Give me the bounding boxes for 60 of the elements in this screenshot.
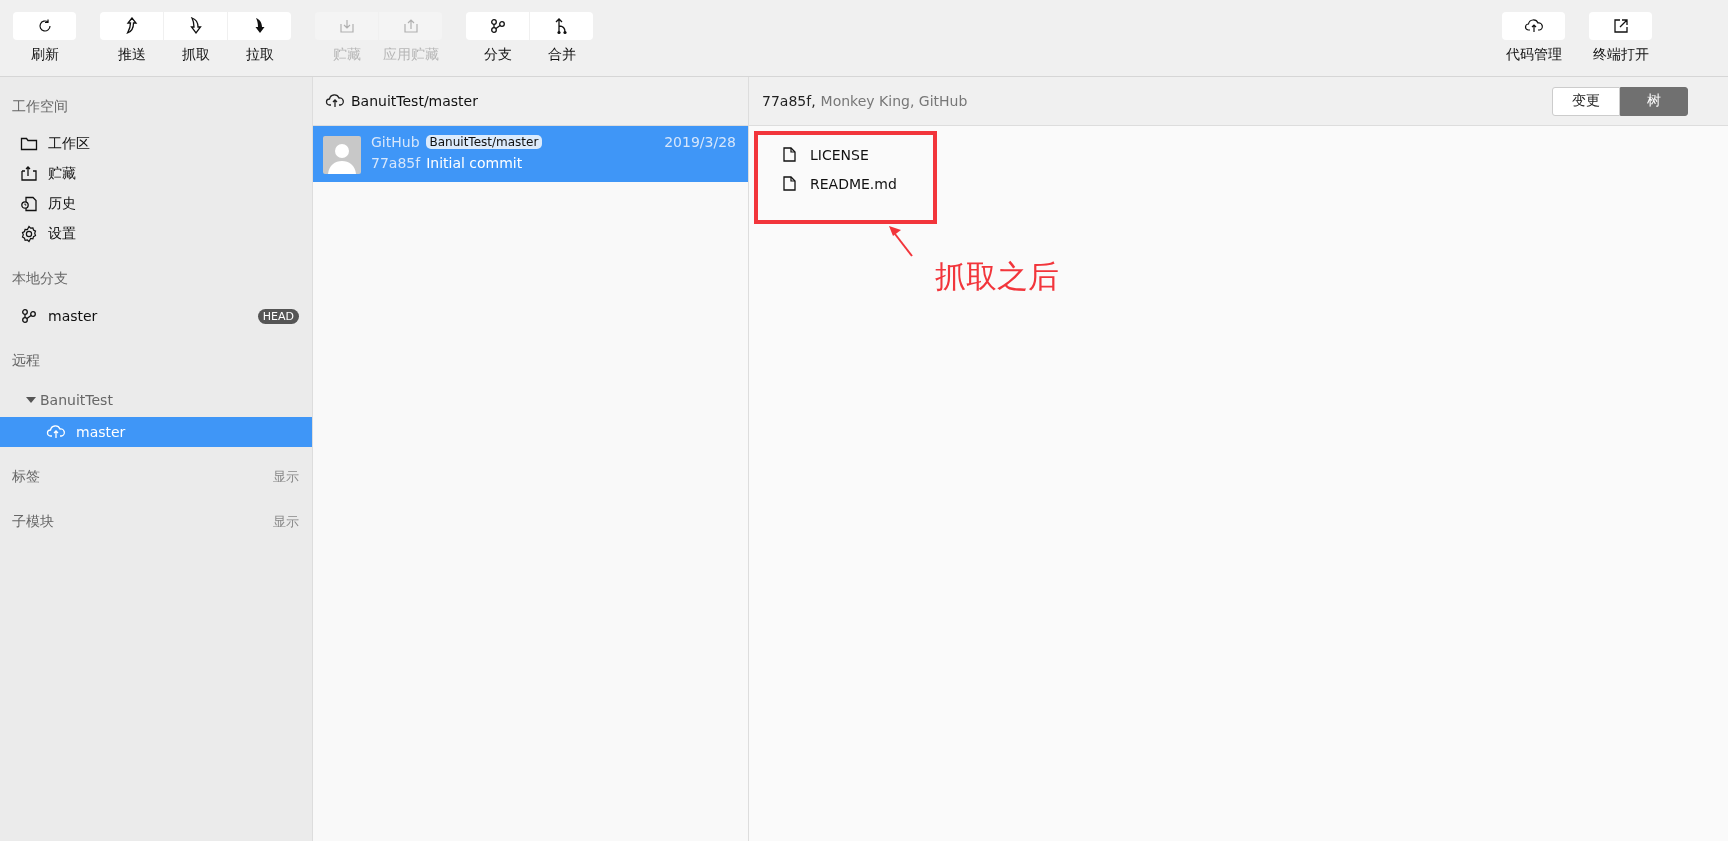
commit-row[interactable]: GitHub BanuitTest/master 2019/3/28 77a85f Initial commit — [313, 126, 748, 182]
sidebar-item[interactable]: 历史 — [0, 189, 312, 219]
section-title: 工作空间 — [12, 98, 68, 116]
toolbar-button-label: 拉取 — [245, 46, 274, 64]
cloud-icon — [46, 424, 66, 440]
toolbar-button[interactable] — [164, 12, 227, 40]
commit-author: GitHub — [371, 134, 420, 150]
view-tab[interactable]: 树 — [1620, 86, 1688, 116]
section-title: 子模块 — [12, 513, 54, 531]
sidebar-item[interactable]: master HEAD — [0, 301, 312, 331]
commit-date: 2019/3/28 — [664, 134, 736, 150]
file-item[interactable]: README.md — [783, 169, 1728, 198]
download-tray-icon — [338, 18, 355, 34]
file-icon — [783, 147, 796, 162]
toolbar-button-label: 代码管理 — [1505, 46, 1562, 64]
toolbar-button[interactable] — [100, 12, 163, 40]
merge-icon — [553, 17, 570, 35]
section-title: 标签 — [12, 468, 40, 486]
down-arrow-icon — [187, 17, 204, 35]
section-title: 本地分支 — [12, 270, 68, 288]
cloud-icon — [1523, 18, 1544, 34]
cloud-icon — [325, 93, 345, 109]
remote-tree-item[interactable]: BanuitTest — [0, 383, 312, 417]
history-icon — [20, 196, 38, 212]
file-item[interactable]: LICENSE — [783, 140, 1728, 169]
refresh-icon — [36, 18, 53, 34]
toolbar-button[interactable] — [1589, 12, 1652, 40]
view-tab[interactable]: 变更 — [1552, 86, 1620, 116]
branch-icon — [489, 18, 506, 34]
upload-tray-icon — [402, 18, 419, 34]
commit-hash: 77a85f — [371, 155, 421, 171]
branch-title: BanuitTest/master — [351, 93, 478, 109]
toolbar-button[interactable] — [466, 12, 529, 40]
toolbar-button-label: 刷新 — [30, 46, 59, 64]
toolbar-button-label: 终端打开 — [1592, 46, 1649, 64]
external-link-icon — [1612, 18, 1629, 34]
branch-tag: BanuitTest/master — [425, 135, 543, 149]
toolbar-button-label: 合并 — [547, 46, 576, 64]
annotation-arrow — [888, 225, 914, 257]
toolbar-button-label: 推送 — [117, 46, 146, 64]
file-icon — [783, 176, 796, 191]
toolbar-button-label: 贮藏 — [332, 46, 361, 64]
folder-icon — [20, 136, 38, 152]
toolbar-button-label: 应用贮藏 — [382, 46, 439, 64]
settings-icon — [20, 225, 38, 243]
head-badge: HEAD — [257, 308, 299, 324]
toolbar-button-label: 分支 — [483, 46, 512, 64]
commit-message: Initial commit — [426, 155, 523, 171]
avatar-silhouette — [323, 136, 361, 174]
upload-tray-icon — [20, 166, 38, 182]
sidebar-item[interactable]: 设置 — [0, 219, 312, 249]
branch-icon — [20, 308, 38, 324]
commit-info: Monkey King, GitHub — [820, 93, 968, 109]
toolbar-button-label: 抓取 — [181, 46, 210, 64]
section-title: 远程 — [12, 352, 40, 370]
toolbar-button[interactable] — [228, 12, 291, 40]
annotation-text: 抓取之后 — [935, 257, 1059, 296]
commit-hash: 77a85f, — [762, 93, 816, 109]
sidebar-item[interactable]: 工作区 — [0, 129, 312, 159]
sidebar-item[interactable]: 贮藏 — [0, 159, 312, 189]
